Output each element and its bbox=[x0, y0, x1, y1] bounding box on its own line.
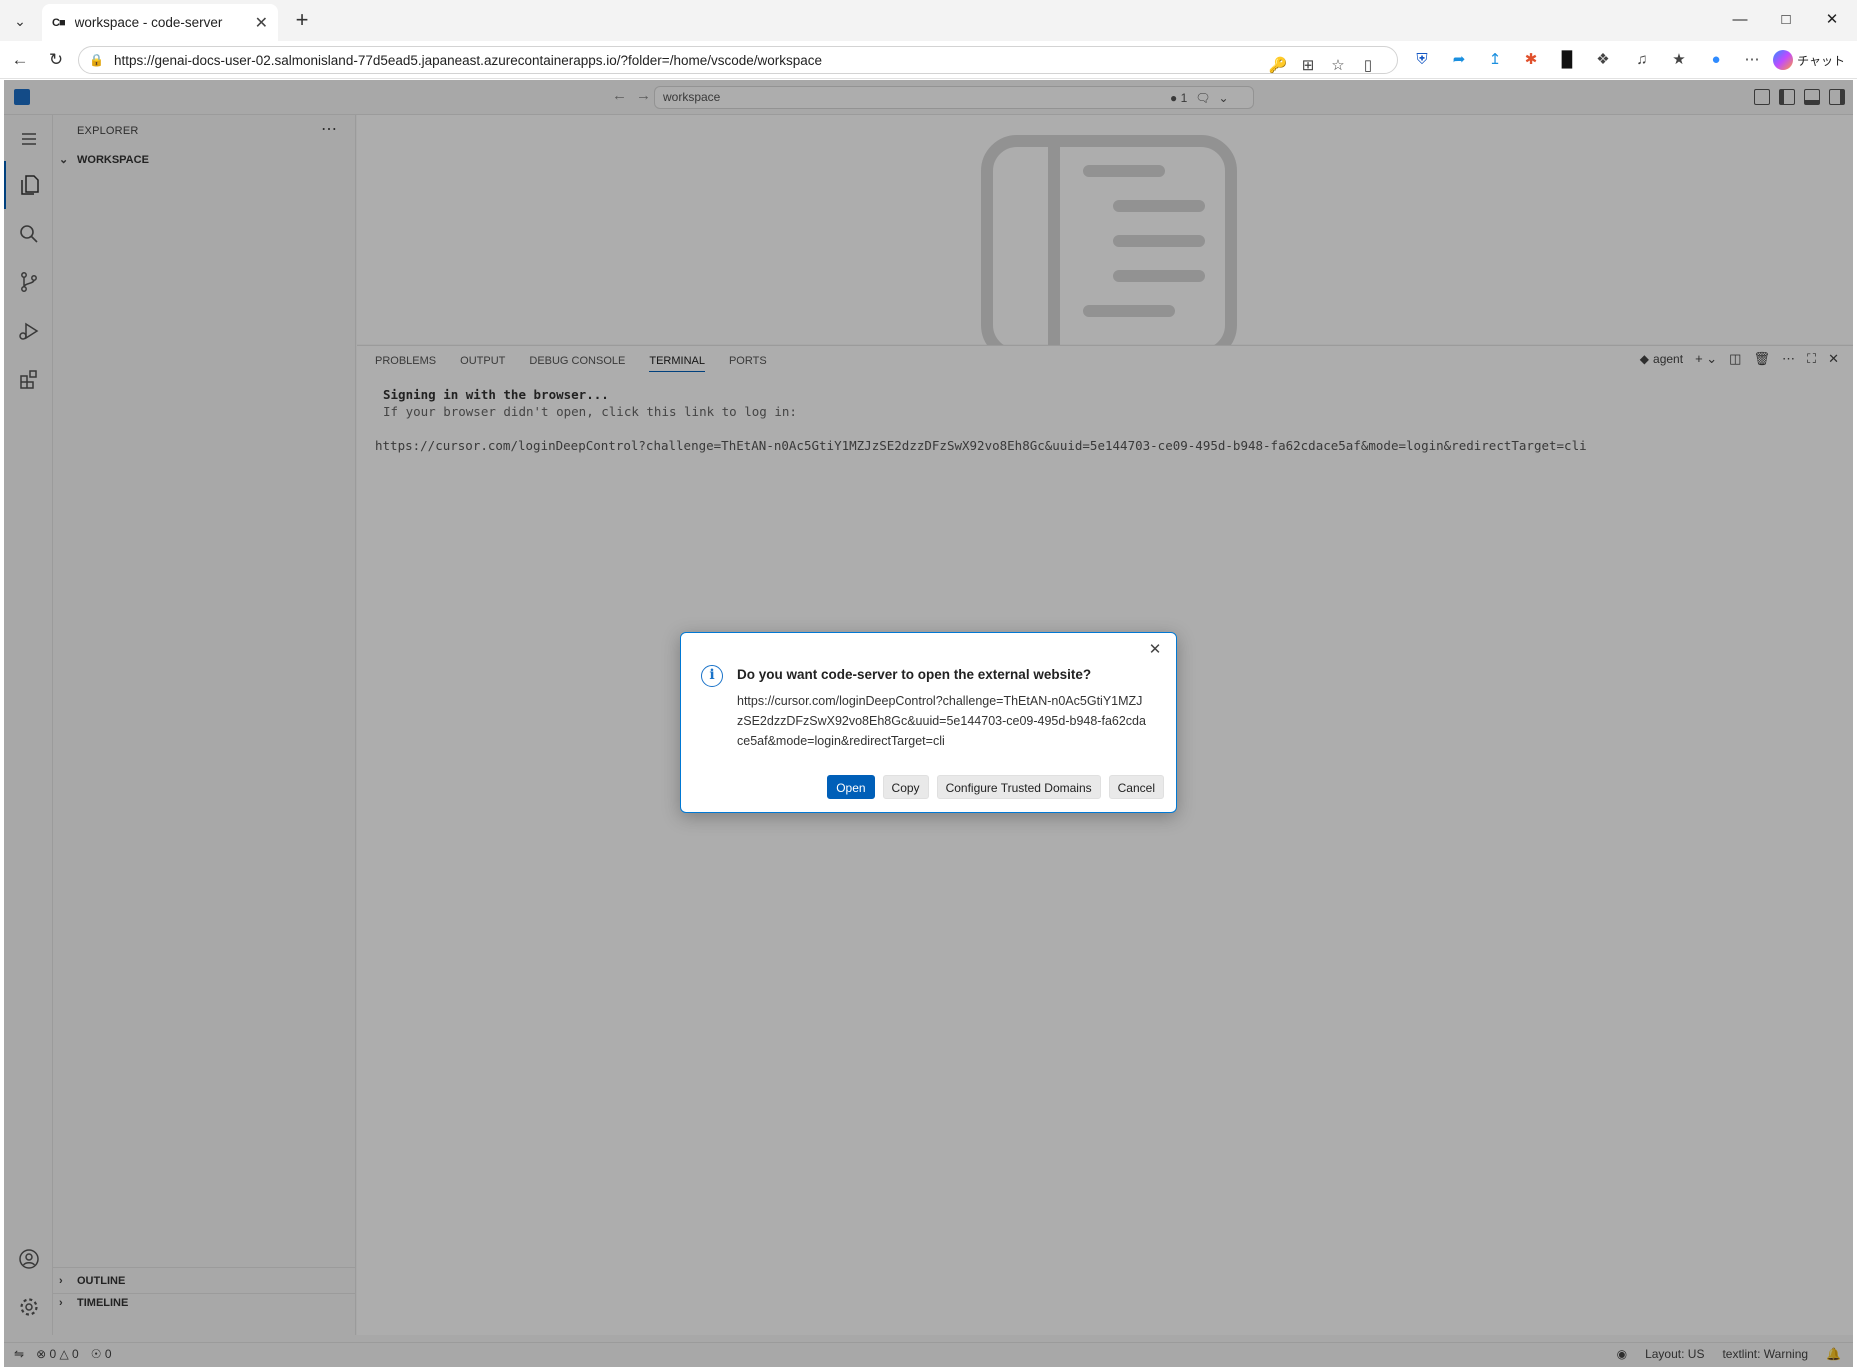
code-server-favicon-icon: C■ bbox=[52, 16, 66, 29]
info-icon: i bbox=[701, 665, 723, 687]
dialog-buttons: Open Copy Configure Trusted Domains Canc… bbox=[827, 775, 1164, 799]
new-tab-plus-icon[interactable]: + bbox=[288, 8, 316, 34]
copilot-logo-icon bbox=[1773, 50, 1794, 70]
extensions-puzzle-icon[interactable]: ❖ bbox=[1591, 49, 1615, 71]
apps-grid-icon[interactable]: ⊞ bbox=[1293, 53, 1323, 79]
window-minimize-icon[interactable]: — bbox=[1717, 6, 1763, 34]
slash-extension-icon[interactable]: █ bbox=[1555, 49, 1579, 71]
share-arrow-icon[interactable]: ➦ bbox=[1447, 49, 1471, 71]
window-close-icon[interactable]: ✕ bbox=[1809, 6, 1855, 34]
url-bar-actions: 🔑 ⊞ ☆ ▯ bbox=[1263, 53, 1383, 79]
browser-more-icon[interactable]: ⋯ bbox=[1740, 49, 1764, 71]
reload-icon[interactable]: ↻ bbox=[42, 48, 70, 72]
media-control-icon[interactable]: ♫ bbox=[1630, 49, 1654, 71]
window-maximize-icon[interactable]: □ bbox=[1763, 6, 1809, 34]
profile-avatar-icon[interactable]: ● bbox=[1704, 49, 1728, 71]
tab-title: workspace - code-server bbox=[74, 15, 223, 30]
favorite-star-icon[interactable]: ☆ bbox=[1323, 53, 1353, 79]
favorites-icon[interactable]: ★ bbox=[1667, 49, 1691, 71]
browser-tab-active[interactable]: C■ workspace - code-server ✕ bbox=[42, 4, 278, 41]
dialog-close-icon[interactable]: ✕ bbox=[1146, 641, 1164, 659]
password-key-icon[interactable]: 🔑 bbox=[1263, 53, 1293, 79]
dialog-title: Do you want code-server to open the exte… bbox=[737, 667, 1092, 682]
copilot-chat-button[interactable]: チャット bbox=[1773, 49, 1845, 71]
configure-trusted-domains-button[interactable]: Configure Trusted Domains bbox=[936, 775, 1101, 799]
url-text: https://genai-docs-user-02.salmonisland-… bbox=[113, 52, 823, 68]
dialog-message-url: https://cursor.com/loginDeepControl?chal… bbox=[737, 694, 1146, 748]
url-input[interactable]: 🔒 https://genai-docs-user-02.salmonislan… bbox=[78, 46, 1398, 74]
reading-view-icon[interactable]: ▯ bbox=[1353, 53, 1383, 79]
copilot-label: チャット bbox=[1797, 53, 1845, 68]
site-info-lock-icon[interactable]: 🔒 bbox=[89, 53, 104, 67]
tab-list-dropdown-icon[interactable]: ⌄ bbox=[6, 8, 34, 34]
back-arrow-icon[interactable]: ← bbox=[6, 48, 34, 72]
browser-tab-bar: ⌄ C■ workspace - code-server ✕ + — □ ✕ bbox=[0, 0, 1857, 41]
upload-icon[interactable]: ↥ bbox=[1483, 49, 1507, 71]
copy-button[interactable]: Copy bbox=[882, 775, 929, 799]
browser-address-bar: ← ↻ 🔒 https://genai-docs-user-02.salmoni… bbox=[0, 41, 1857, 79]
tab-close-icon[interactable]: ✕ bbox=[255, 13, 268, 33]
open-button[interactable]: Open bbox=[827, 775, 875, 799]
claude-asterisk-icon[interactable]: ✱ bbox=[1519, 49, 1543, 71]
open-external-website-dialog: ✕ i Do you want code-server to open the … bbox=[680, 632, 1177, 813]
bitwarden-shield-icon[interactable]: ⛨ bbox=[1410, 49, 1434, 71]
cancel-button[interactable]: Cancel bbox=[1108, 775, 1164, 799]
